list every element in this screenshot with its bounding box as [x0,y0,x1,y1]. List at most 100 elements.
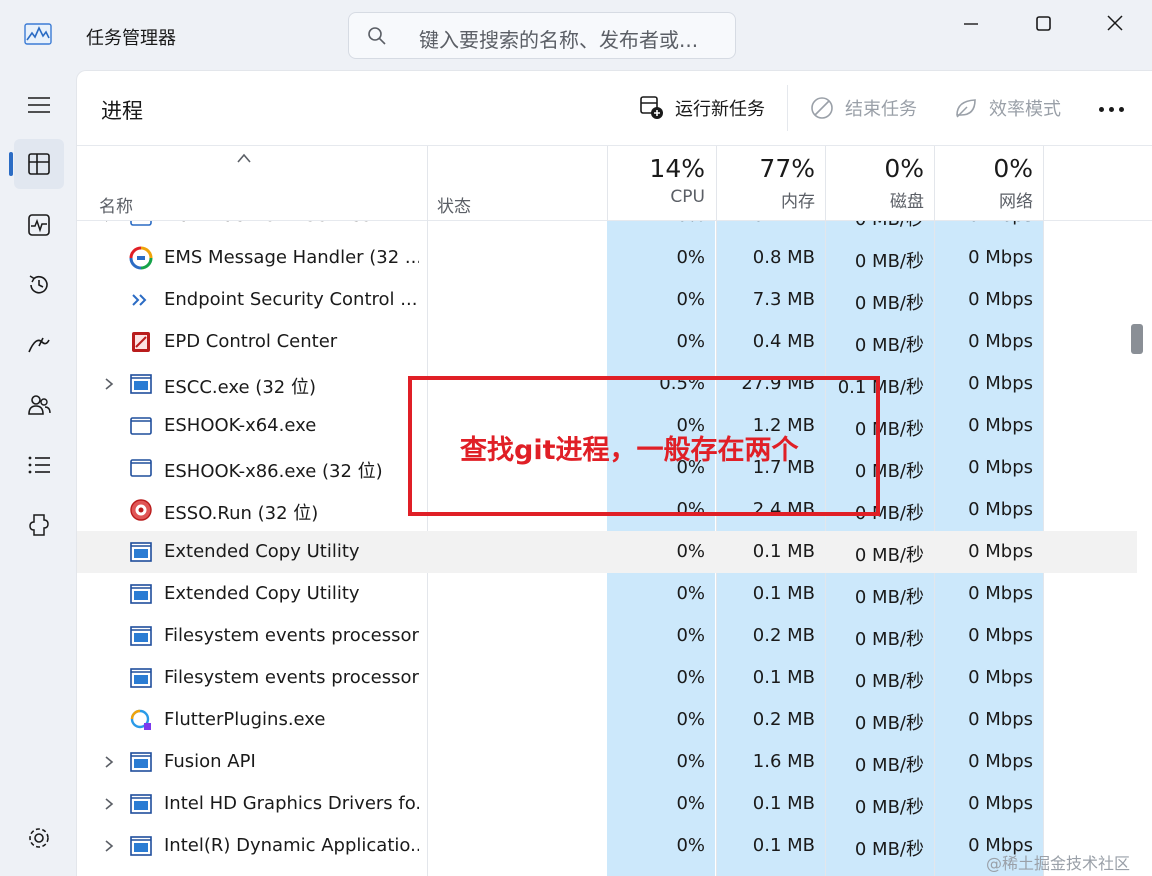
chevron-right-icon[interactable] [103,221,115,223]
process-disk: 0 MB/秒 [854,671,924,692]
efficiency-mode-label: 效率模式 [989,99,1061,120]
run-new-task-button[interactable]: 运行新任务 [639,93,779,123]
process-network: 0 Mbps [968,331,1033,352]
process-list: Lian TrackPoint Service0%0.1 MB0 MB/秒0 M… [77,221,1137,876]
process-cpu: 0% [676,667,705,688]
process-disk: 0 MB/秒 [854,797,924,818]
table-row[interactable]: Intel HD Graphics Drivers fo... 0% 0.1 MB 0… [77,783,1137,825]
process-network: 0 Mbps [968,541,1033,562]
process-disk: 0 MB/秒 [854,713,924,734]
search-placeholder: 键入要搜索的名称、发布者或... [419,28,699,52]
toolbar-divider [787,85,788,131]
column-network[interactable]: 0% 网络 [935,154,1043,212]
column-cpu[interactable]: 14% CPU [607,154,715,207]
process-memory: 0.2 MB [752,625,815,646]
process-memory: 0.1 MB [752,583,815,604]
chevron-right-icon[interactable] [103,839,115,853]
search-icon [368,27,386,45]
process-cpu: 0% [676,289,705,310]
process-network: 0 Mbps [968,373,1033,394]
table-row[interactable]: Extended Copy Utility 0% 0.1 MB 0 MB/秒 0 Mbp… [77,531,1137,573]
process-memory: 7.3 MB [752,289,815,310]
end-task-button[interactable]: 结束任务 [809,93,929,123]
column-status[interactable]: 状态 [437,192,471,217]
column-disk[interactable]: 0% 磁盘 [826,154,934,212]
memory-label: 内存 [781,192,815,212]
scrollbar-thumb[interactable] [1131,324,1143,354]
maximize-icon[interactable] [1020,12,1066,36]
process-name: Extended Copy Utility [164,541,360,562]
search-input[interactable]: 键入要搜索的名称、发布者或... [348,12,736,59]
process-network: 0 Mbps [968,415,1033,436]
process-disk: 0 MB/秒 [854,629,924,650]
process-disk: 0 MB/秒 [854,839,924,860]
leaf-icon [956,99,976,118]
efficiency-mode-button[interactable]: 效率模式 [953,93,1073,123]
process-disk: 0 MB/秒 [826,221,934,231]
chevron-right-icon[interactable] [103,377,115,391]
sort-ascending-icon[interactable] [235,152,253,164]
network-label: 网络 [999,192,1033,212]
table-row[interactable]: Endpoint Security Control ... 0% 7.3 MB 0 M… [77,279,1137,321]
table-row[interactable]: EMS Message Handler (32 ... 0% 0.8 MB 0 MB/… [77,237,1137,279]
process-name: Intel(R) Dynamic Applicatio... [164,835,419,856]
vertical-scrollbar[interactable] [1132,218,1152,876]
table-row[interactable]: FlutterPlugins.exe 0% 0.2 MB 0 MB/秒 0 Mbps [77,699,1137,741]
process-cpu: 0% [607,221,715,226]
process-network: 0 Mbps [968,625,1033,646]
more-options-icon[interactable] [1097,99,1127,119]
column-memory[interactable]: 77% 内存 [717,154,825,212]
minimize-icon[interactable] [948,12,994,36]
process-name: EMS Message Handler (32 ... [164,247,419,268]
nav-startup-apps-icon[interactable] [14,320,64,370]
blank-window-icon [130,417,152,435]
table-row[interactable]: Fusion API 0% 1.6 MB 0 MB/秒 0 Mbps [77,741,1137,783]
run-new-task-label: 运行新任务 [675,99,765,120]
table-row[interactable]: Filesystem events processor 0% 0.1 MB 0 MB/… [77,657,1137,699]
process-network: 0 Mbps [968,667,1033,688]
process-network: 0 Mbps [968,793,1033,814]
process-memory: 0.2 MB [752,709,815,730]
process-network: 0 Mbps [968,583,1033,604]
process-name: ESHOOK-x64.exe [164,415,317,436]
nav-app-history-icon[interactable] [14,260,64,310]
nav-performance-icon[interactable] [14,200,64,250]
nav-active-indicator [9,152,13,176]
end-task-icon [811,97,833,119]
table-row[interactable]: Extended Copy Utility 0% 0.1 MB 0 MB/秒 0 Mbp… [77,573,1137,615]
nav-details-icon[interactable] [14,440,64,490]
nav-settings-gear-icon[interactable] [14,813,64,863]
epd-icon [132,332,150,352]
close-icon[interactable] [1092,12,1138,36]
chevron-right-icon[interactable] [103,797,115,811]
task-manager-logo-icon [24,23,52,45]
process-network: 0 Mbps [968,457,1033,478]
process-disk: 0 MB/秒 [854,251,924,272]
process-name: Extended Copy Utility [164,583,360,604]
table-row[interactable]: Filesystem events processor 0% 0.2 MB 0 MB/… [77,615,1137,657]
nav-users-icon[interactable] [14,380,64,430]
process-name: Fusion API [164,751,256,772]
nav-services-icon[interactable] [14,500,64,550]
process-memory: 0.1 MB [752,835,815,856]
process-memory: 0.1 MB [752,793,815,814]
process-memory: 0.1 MB [717,221,825,226]
table-row[interactable]: Intel(R) Dynamic Applicatio... 0% 0.1 MB 0 … [77,825,1137,867]
process-name: Filesystem events processor [164,667,419,688]
nav-processes-icon[interactable] [14,139,64,189]
process-network: 0 Mbps [968,289,1033,310]
watermark: @稀土掘金技术社区 [986,854,1131,873]
chevron-right-icon[interactable] [103,755,115,769]
table-row[interactable]: Lian TrackPoint Service 0%0.1 MB0 MB/秒0 M… [77,221,1137,237]
endpoint-icon [132,294,147,306]
app-window-icon [130,626,152,646]
table-row[interactable]: EPD Control Center 0% 0.4 MB 0 MB/秒 0 Mbps [77,321,1137,363]
process-name: Intel HD Graphics Drivers fo... [164,793,419,814]
column-name[interactable]: 名称 [99,192,133,217]
process-network: 0 Mbps [968,709,1033,730]
process-disk: 0 MB/秒 [854,335,924,356]
process-name: Endpoint Security Control ... [164,289,418,310]
process-memory: 0.8 MB [752,247,815,268]
hamburger-menu-icon[interactable] [14,80,64,130]
process-name: FlutterPlugins.exe [164,709,326,730]
